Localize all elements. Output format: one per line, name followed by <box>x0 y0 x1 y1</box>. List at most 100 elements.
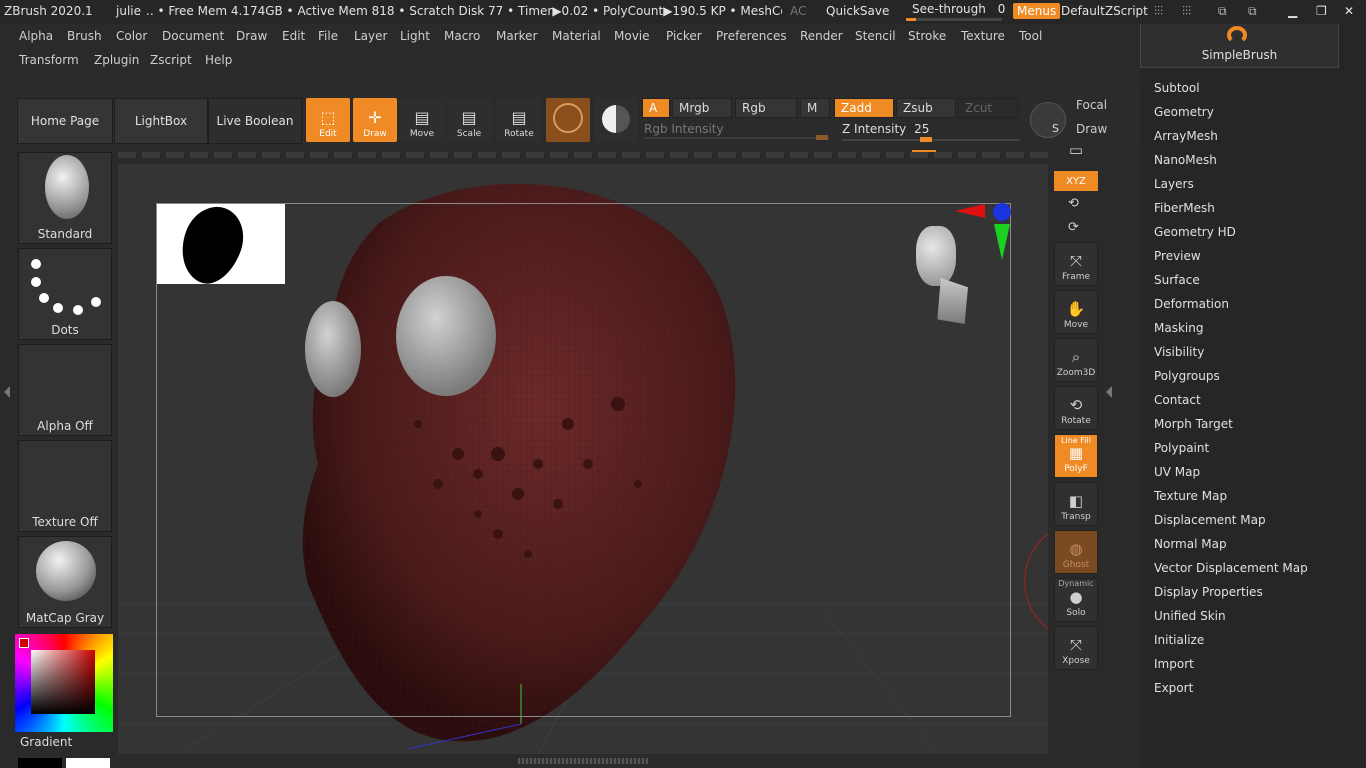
rgb-intensity-handle[interactable] <box>816 135 828 140</box>
home-page-button[interactable]: Home Page <box>17 98 113 144</box>
menu-material[interactable]: Material <box>552 29 601 43</box>
transp-button[interactable]: ◧ Transp <box>1054 482 1098 526</box>
right-tray-toggle-icon[interactable] <box>1106 386 1112 398</box>
menu-stencil[interactable]: Stencil <box>855 29 896 43</box>
orientation-head-icon[interactable] <box>910 226 974 326</box>
subpalette-geometry[interactable]: Geometry <box>1154 105 1214 119</box>
zoom3d-button[interactable]: ⌕ Zoom3D <box>1054 338 1098 382</box>
subpalette-import[interactable]: Import <box>1154 657 1194 671</box>
xyz-symmetry-button[interactable]: XYZ <box>1054 171 1098 191</box>
brush-settings-icon[interactable]: S <box>1030 102 1066 138</box>
menu-preferences[interactable]: Preferences <box>716 29 787 43</box>
mrgb-button[interactable]: Mrgb <box>672 98 732 118</box>
menu-help[interactable]: Help <box>205 53 232 67</box>
layout-dock-icon[interactable]: ⧉ <box>1248 4 1257 19</box>
menu-edit[interactable]: Edit <box>282 29 305 43</box>
subpalette-polygroups[interactable]: Polygroups <box>1154 369 1220 383</box>
menu-light[interactable]: Light <box>400 29 430 43</box>
subpalette-normal-map[interactable]: Normal Map <box>1154 537 1227 551</box>
menu-zscript[interactable]: Zscript <box>150 53 192 67</box>
menu-draw[interactable]: Draw <box>236 29 267 43</box>
quicksave-button[interactable]: QuickSave <box>826 4 889 18</box>
script-name[interactable]: DefaultZScript <box>1061 4 1148 18</box>
ghost-button[interactable]: ◍ Ghost <box>1054 530 1098 574</box>
subpalette-deformation[interactable]: Deformation <box>1154 297 1229 311</box>
timeline-strip[interactable] <box>118 152 1048 158</box>
gradient-label[interactable]: Gradient <box>20 735 72 749</box>
rgb-button[interactable]: Rgb <box>735 98 797 118</box>
seethrough-track[interactable] <box>906 18 1002 21</box>
zcut-button[interactable]: Zcut <box>958 98 1018 118</box>
subpalette-layers[interactable]: Layers <box>1154 177 1194 191</box>
sculptris-button[interactable] <box>546 98 590 142</box>
rotate-button[interactable]: ▤ Rotate <box>497 98 541 142</box>
frame-button[interactable]: ⤧ Frame <box>1054 242 1098 286</box>
subpalette-fibermesh[interactable]: FiberMesh <box>1154 201 1215 215</box>
menu-alpha[interactable]: Alpha <box>19 29 53 43</box>
rgb-intensity-slider[interactable]: Rgb Intensity <box>644 122 834 140</box>
minimize-icon[interactable]: ▁ <box>1288 4 1297 18</box>
layout-swap-icon[interactable]: ⧉ <box>1218 4 1227 19</box>
rotate-view-button[interactable]: ⟲ Rotate <box>1054 386 1098 430</box>
subpalette-texture-map[interactable]: Texture Map <box>1154 489 1227 503</box>
rotate-y-icon[interactable]: ⟲ <box>1068 196 1079 211</box>
secondary-color-swatch[interactable] <box>66 758 110 768</box>
subpalette-masking[interactable]: Masking <box>1154 321 1203 335</box>
z-intensity-slider[interactable]: Z Intensity 25 <box>842 122 1022 142</box>
subpalette-arraymesh[interactable]: ArrayMesh <box>1154 129 1218 143</box>
menu-stroke[interactable]: Stroke <box>908 29 946 43</box>
draw-button[interactable]: ✛ Draw <box>353 98 397 142</box>
subpalette-morph-target[interactable]: Morph Target <box>1154 417 1233 431</box>
subpalette-display-properties[interactable]: Display Properties <box>1154 585 1263 599</box>
menu-tool[interactable]: Tool <box>1019 29 1042 43</box>
zsub-button[interactable]: Zsub <box>896 98 956 118</box>
subpalette-preview[interactable]: Preview <box>1154 249 1201 263</box>
layout-alt-icon[interactable]: ⫶⫶⫶ <box>1182 4 1191 19</box>
z-axis-dot-icon[interactable] <box>993 203 1011 221</box>
menu-render[interactable]: Render <box>800 29 843 43</box>
xpose-button[interactable]: ⤧ Xpose <box>1054 626 1098 670</box>
solo-button[interactable]: Dynamic ● Solo <box>1054 578 1098 622</box>
subpalette-surface[interactable]: Surface <box>1154 273 1200 287</box>
subpalette-visibility[interactable]: Visibility <box>1154 345 1204 359</box>
menu-macro[interactable]: Macro <box>444 29 480 43</box>
m-button[interactable]: M <box>800 98 830 118</box>
menu-layer[interactable]: Layer <box>354 29 387 43</box>
menu-marker[interactable]: Marker <box>496 29 537 43</box>
menu-transform[interactable]: Transform <box>19 53 79 67</box>
move-view-button[interactable]: ✋ Move <box>1054 290 1098 334</box>
subpalette-uv-map[interactable]: UV Map <box>1154 465 1200 479</box>
left-tray-toggle-icon[interactable] <box>4 386 10 398</box>
menu-file[interactable]: File <box>318 29 338 43</box>
menu-movie[interactable]: Movie <box>614 29 650 43</box>
draw-size-label[interactable]: Draw <box>1076 122 1107 136</box>
focal-shift-label[interactable]: Focal <box>1076 98 1107 112</box>
restore-icon[interactable]: ❐ <box>1316 4 1327 18</box>
texture-slot[interactable]: Texture Off <box>18 440 112 532</box>
bottom-tray-handle[interactable] <box>518 758 648 764</box>
edit-button[interactable]: ⬚ Edit <box>306 98 350 142</box>
layout-icon[interactable]: ⫶⫶⫶ <box>1154 4 1163 19</box>
navigator-thumbnail[interactable] <box>157 198 285 292</box>
menu-brush[interactable]: Brush <box>67 29 102 43</box>
material-slot[interactable]: MatCap Gray <box>18 536 112 628</box>
subpalette-contact[interactable]: Contact <box>1154 393 1201 407</box>
subpalette-displacement-map[interactable]: Displacement Map <box>1154 513 1266 527</box>
menu-color[interactable]: Color <box>116 29 147 43</box>
z-intensity-handle[interactable] <box>920 137 932 142</box>
menu-zplugin[interactable]: Zplugin <box>94 53 139 67</box>
subpalette-initialize[interactable]: Initialize <box>1154 633 1204 647</box>
stroke-slot[interactable]: Dots <box>18 248 112 340</box>
main-color-swatch[interactable] <box>18 758 62 768</box>
saturation-square[interactable] <box>31 650 95 714</box>
a-button[interactable]: A <box>642 98 670 118</box>
subpalette-polypaint[interactable]: Polypaint <box>1154 441 1209 455</box>
move-button[interactable]: ▤ Move <box>400 98 444 142</box>
menu-texture[interactable]: Texture <box>961 29 1005 43</box>
menu-picker[interactable]: Picker <box>666 29 702 43</box>
subpalette-vector-displacement-map[interactable]: Vector Displacement Map <box>1154 561 1308 575</box>
subpalette-export[interactable]: Export <box>1154 681 1193 695</box>
brush-slot[interactable]: Standard <box>18 152 112 244</box>
close-icon[interactable]: ✕ <box>1344 4 1354 18</box>
subpalette-nanomesh[interactable]: NanoMesh <box>1154 153 1217 167</box>
